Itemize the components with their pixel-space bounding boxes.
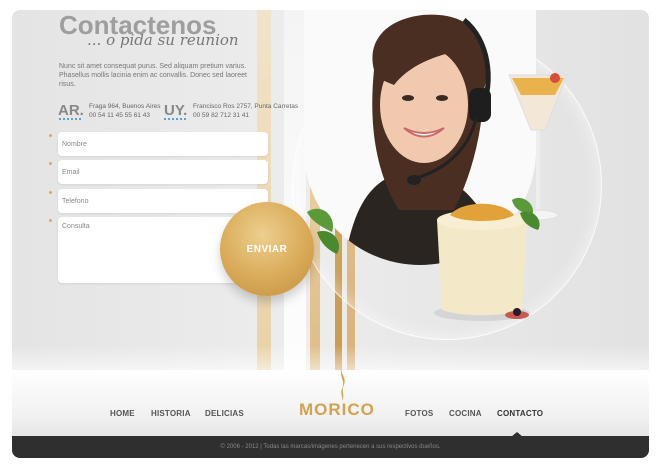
nav-item-fotos[interactable]: FOTOS bbox=[405, 409, 433, 418]
office-address-uy: Francisco Ros 2757, Punta Carretas 00 59… bbox=[193, 102, 298, 120]
nav-item-contacto[interactable]: CONTACTO bbox=[497, 409, 543, 418]
required-bullet-icon bbox=[49, 134, 52, 137]
flag-ar-icon bbox=[59, 118, 81, 120]
phone-field[interactable]: Telefono bbox=[58, 189, 268, 213]
nav-item-home[interactable]: HOME bbox=[110, 409, 135, 418]
page-frame: Contactenos ... o pida su reunion Nunc s… bbox=[12, 10, 649, 458]
office-phone: 00 59 82 712 31 41 bbox=[193, 112, 250, 119]
logo-flame-icon bbox=[340, 367, 345, 401]
nav-item-cocina[interactable]: COCINA bbox=[449, 409, 482, 418]
submit-button[interactable]: ENVIAR bbox=[220, 202, 314, 296]
office-address-line: Francisco Ros 2757, Punta Carretas bbox=[193, 103, 299, 110]
flag-uy-icon bbox=[164, 118, 186, 120]
required-bullet-icon bbox=[49, 162, 52, 165]
nav-item-historia[interactable]: HISTORIA bbox=[151, 409, 191, 418]
required-bullet-icon bbox=[49, 191, 52, 194]
office-phone: 00 54 11 45 55 61 43 bbox=[89, 112, 150, 119]
nav-item-delicias[interactable]: DELICIAS bbox=[205, 409, 244, 418]
office-code-uy: UY. bbox=[164, 102, 188, 119]
page-tagline: ... o pida su reunion bbox=[87, 31, 239, 49]
office-address-ar: Fraga 964, Buenos Aires 00 54 11 45 55 6… bbox=[89, 102, 161, 120]
email-field[interactable]: Email bbox=[58, 160, 268, 184]
name-field[interactable]: Nombre bbox=[58, 132, 268, 156]
footer-copyright: © 2006 - 2012 | Todas las marcas/imágene… bbox=[220, 444, 441, 450]
office-code-ar: AR. bbox=[58, 102, 84, 119]
brand-logo[interactable]: MORICO bbox=[299, 400, 375, 420]
dessert-image bbox=[434, 197, 540, 321]
intro-text: Nunc sit amet consequat purus. Sed aliqu… bbox=[59, 63, 247, 88]
office-address-line: Fraga 964, Buenos Aires bbox=[89, 103, 161, 110]
required-bullet-icon bbox=[49, 219, 52, 222]
footer: © 2006 - 2012 | Todas las marcas/imágene… bbox=[12, 436, 649, 458]
